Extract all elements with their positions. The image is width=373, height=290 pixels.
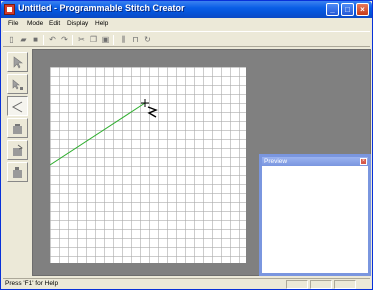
fill-icon [13, 124, 22, 134]
new-icon[interactable]: ▯ [7, 35, 16, 44]
fill-pattern-icon [13, 167, 22, 178]
window-title: Untitled - Programmable Stitch Creator [18, 3, 185, 13]
status-bar: Press 'F1' for Help [3, 278, 370, 289]
tile-icon[interactable]: ⊓ [131, 35, 140, 44]
minimize-button[interactable]: _ [326, 3, 339, 16]
menu-bar: File Mode Edit Display Help [3, 19, 370, 30]
toolbar: ▯ ▰ ■ ↶ ↷ ✂ ❐ ▣ ⫼ ⊓ ↻ [3, 31, 370, 47]
toolbar-separator [113, 35, 114, 45]
menu-edit[interactable]: Edit [49, 20, 60, 27]
stitch-tool[interactable] [7, 96, 28, 116]
status-pane [286, 280, 308, 289]
title-bar[interactable]: Untitled - Programmable Stitch Creator _… [1, 1, 372, 18]
select-point-tool[interactable] [7, 74, 28, 94]
cut-icon[interactable]: ✂ [77, 35, 86, 44]
close-button[interactable]: × [356, 3, 369, 16]
crosshair-cursor-icon [141, 99, 158, 118]
select-tool[interactable] [7, 52, 28, 72]
app-icon[interactable] [4, 4, 15, 15]
tool-palette [6, 52, 29, 192]
menu-file[interactable]: File [8, 20, 18, 27]
stitch-layer [50, 99, 158, 166]
stitch-canvas[interactable] [50, 67, 246, 263]
preview-title: Preview [262, 157, 368, 166]
open-icon[interactable]: ▰ [19, 35, 28, 44]
undo-icon[interactable]: ↶ [48, 35, 57, 44]
maximize-button[interactable]: □ [341, 3, 354, 16]
arrow-icon [13, 56, 23, 69]
preview-close-button[interactable]: × [360, 158, 367, 165]
point-arrow-icon [12, 79, 23, 90]
fill-tool-3[interactable] [7, 162, 28, 182]
fill-stitch-icon [13, 144, 23, 156]
menu-display[interactable]: Display [67, 20, 88, 27]
status-pane [310, 280, 332, 289]
preview-panel[interactable]: Preview × [259, 154, 371, 276]
save-icon[interactable]: ■ [31, 35, 40, 44]
status-text: Press 'F1' for Help [5, 280, 59, 287]
fill-tool-2[interactable] [7, 140, 28, 160]
stitch-icon [11, 101, 23, 113]
mirror-icon[interactable]: ⫼ [119, 35, 128, 44]
toolbar-separator [72, 35, 73, 45]
rotate-icon[interactable]: ↻ [143, 35, 152, 44]
stitch-line[interactable] [50, 102, 146, 166]
redo-icon[interactable]: ↷ [60, 35, 69, 44]
status-pane [334, 280, 356, 289]
toolbar-separator [43, 35, 44, 45]
fill-tool-1[interactable] [7, 118, 28, 138]
menu-mode[interactable]: Mode [27, 20, 43, 27]
copy-icon[interactable]: ❐ [89, 35, 98, 44]
menu-help[interactable]: Help [95, 20, 108, 27]
app-window: Untitled - Programmable Stitch Creator _… [0, 0, 373, 290]
paste-icon[interactable]: ▣ [101, 35, 110, 44]
